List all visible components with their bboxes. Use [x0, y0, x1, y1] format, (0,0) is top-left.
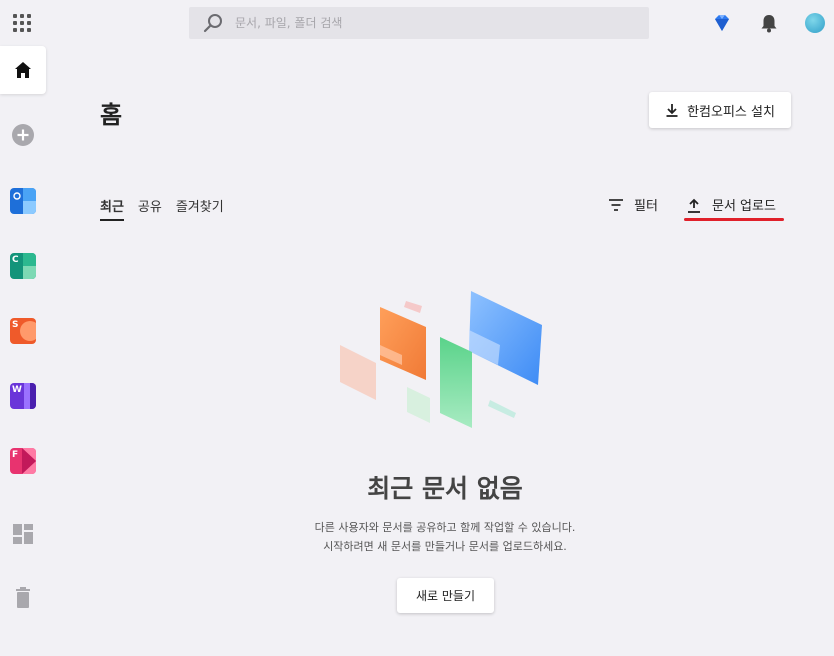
trash-icon [16, 587, 30, 608]
upload-document-button[interactable]: 문서 업로드 [686, 195, 776, 214]
upload-icon [688, 198, 700, 213]
sidebar-item-word[interactable]: W [0, 372, 46, 420]
search-icon [203, 14, 222, 33]
bell-icon[interactable] [758, 12, 780, 34]
calc-app-icon: C [10, 253, 36, 279]
filter-button[interactable]: 필터 [608, 195, 658, 214]
sidebar: C S W F [0, 46, 46, 656]
app-launcher-icon[interactable] [13, 14, 31, 32]
empty-state-title: 최근 문서 없음 [367, 474, 523, 503]
docs-app-icon [10, 188, 36, 214]
sidebar-item-docs[interactable] [0, 177, 46, 225]
file-tabs: 최근 공유 즐겨찾기 [100, 196, 224, 221]
filter-label: 필터 [634, 199, 658, 214]
search-box[interactable] [189, 7, 649, 39]
filter-icon [609, 198, 623, 211]
word-app-letter: W [12, 385, 22, 395]
empty-documents-illustration [340, 291, 542, 428]
download-icon [666, 104, 678, 117]
calc-app-letter: C [12, 255, 19, 265]
sidebar-item-home[interactable] [0, 46, 46, 94]
add-circle-icon [12, 124, 34, 146]
search-input[interactable] [235, 16, 615, 30]
sidebar-item-add[interactable] [0, 111, 46, 159]
install-office-label: 한컴오피스 설치 [687, 104, 775, 120]
empty-state-description-line1: 다른 사용자와 문서를 공유하고 함께 작업할 수 있습니다. [314, 521, 576, 534]
word-app-icon: W [10, 383, 36, 409]
sidebar-item-show[interactable]: S [0, 307, 46, 355]
sidebar-item-trash[interactable] [0, 574, 46, 622]
install-office-button[interactable]: 한컴오피스 설치 [649, 92, 791, 128]
tab-recent[interactable]: 최근 [100, 196, 124, 221]
pdf-app-letter: F [12, 450, 19, 460]
home-icon [15, 62, 31, 78]
top-bar [0, 0, 834, 46]
tab-shared[interactable]: 공유 [138, 196, 162, 221]
create-new-button[interactable]: 새로 만들기 [397, 578, 494, 613]
upload-highlight-underline [684, 218, 784, 221]
page-title: 홈 [100, 101, 123, 129]
avatar[interactable] [805, 13, 825, 33]
show-app-icon: S [10, 318, 36, 344]
diamond-icon[interactable] [711, 12, 733, 34]
sidebar-item-calc[interactable]: C [0, 242, 46, 290]
upload-document-label: 문서 업로드 [712, 199, 776, 214]
empty-state-description-line2: 시작하려면 새 문서를 만들거나 문서를 업로드하세요. [323, 540, 567, 553]
tab-favorites[interactable]: 즐겨찾기 [176, 196, 224, 221]
show-app-letter: S [12, 320, 19, 330]
